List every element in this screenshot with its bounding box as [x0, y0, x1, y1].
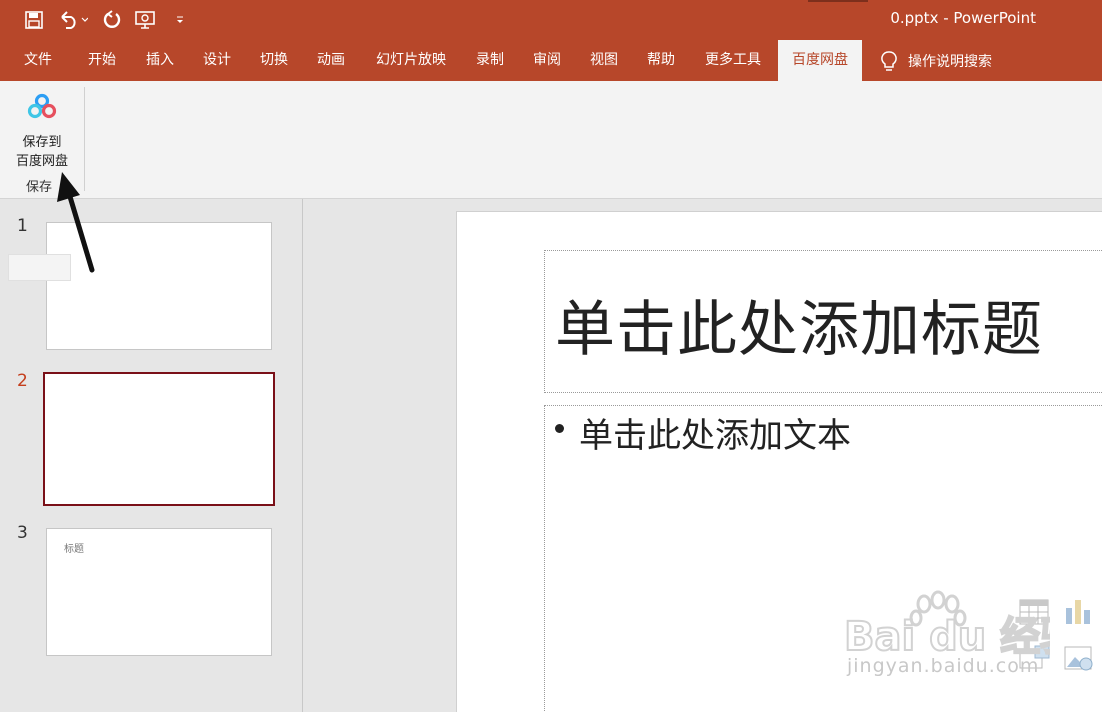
body-placeholder-text: 单击此处添加文本	[579, 416, 851, 456]
tab-slideshow[interactable]: 幻灯片放映	[366, 40, 456, 81]
slide-thumbnail-1[interactable]	[46, 222, 272, 350]
bullet-icon	[555, 424, 564, 433]
watermark-logo-text: Bai du 经验	[844, 614, 1050, 660]
insert-chart-icon[interactable]	[1064, 598, 1092, 626]
watermark-url: jingyan.baidu.com	[847, 655, 1040, 677]
lightbulb-icon	[881, 50, 897, 71]
tab-design[interactable]: 设计	[191, 40, 243, 81]
slide-number: 1	[17, 216, 28, 236]
tab-insert[interactable]: 插入	[134, 40, 186, 81]
tell-me-search[interactable]: 操作说明搜索	[880, 40, 992, 81]
save-icon[interactable]	[22, 8, 46, 32]
tab-view[interactable]: 视图	[578, 40, 630, 81]
slide-number: 3	[17, 523, 28, 543]
tooltip	[8, 254, 71, 281]
ribbon-tabs: 文件 开始 插入 设计 切换 动画 幻灯片放映 录制 审阅 视图 帮助 更多工具…	[0, 40, 1102, 81]
baidu-netdisk-icon	[27, 93, 57, 119]
title-placeholder[interactable]: 单击此处添加标题	[544, 250, 1102, 393]
title-placeholder-text: 单击此处添加标题	[555, 295, 1043, 365]
undo-icon[interactable]	[56, 8, 90, 32]
quick-access-toolbar	[22, 8, 192, 32]
tell-me-label: 操作说明搜索	[908, 53, 992, 70]
save-button-line1: 保存到	[22, 135, 62, 150]
tab-animations[interactable]: 动画	[305, 40, 357, 81]
title-bar: 0.pptx - PowerPoint	[0, 0, 1102, 40]
tab-baidu-netdisk[interactable]: 百度网盘	[778, 40, 862, 81]
tab-record[interactable]: 录制	[464, 40, 516, 81]
save-to-baidu-netdisk-button[interactable]: 保存到 百度网盘	[6, 91, 78, 171]
tab-home[interactable]: 开始	[76, 40, 128, 81]
ribbon-group-label: 保存	[26, 180, 53, 195]
tab-help[interactable]: 帮助	[635, 40, 687, 81]
slide-thumbnail-2[interactable]	[43, 372, 275, 506]
slide-number: 2	[17, 371, 28, 391]
baidu-paw-icon: Bai du 经验	[843, 590, 1081, 661]
slideshow-icon[interactable]	[134, 8, 158, 32]
thumbnail-title-text: 标题	[64, 544, 84, 555]
ribbon-separator	[84, 87, 85, 191]
slide-thumbnail-3[interactable]: 标题	[46, 528, 272, 656]
tab-review[interactable]: 审阅	[521, 40, 573, 81]
save-button-line2: 百度网盘	[15, 154, 68, 169]
window-title: 0.pptx - PowerPoint	[890, 9, 1036, 27]
tab-transitions[interactable]: 切换	[248, 40, 300, 81]
tab-more-tools[interactable]: 更多工具	[694, 40, 772, 81]
insert-picture-icon[interactable]	[1064, 644, 1096, 672]
tab-file[interactable]: 文件	[12, 40, 64, 81]
baidu-jingyan-watermark: Bai du 经验 jingyan.baidu.com	[840, 590, 1081, 690]
redo-icon[interactable]	[100, 8, 124, 32]
ribbon: 保存到 百度网盘 保存	[0, 81, 1102, 199]
customize-icon[interactable]	[168, 8, 192, 32]
title-accent-line	[808, 0, 868, 2]
